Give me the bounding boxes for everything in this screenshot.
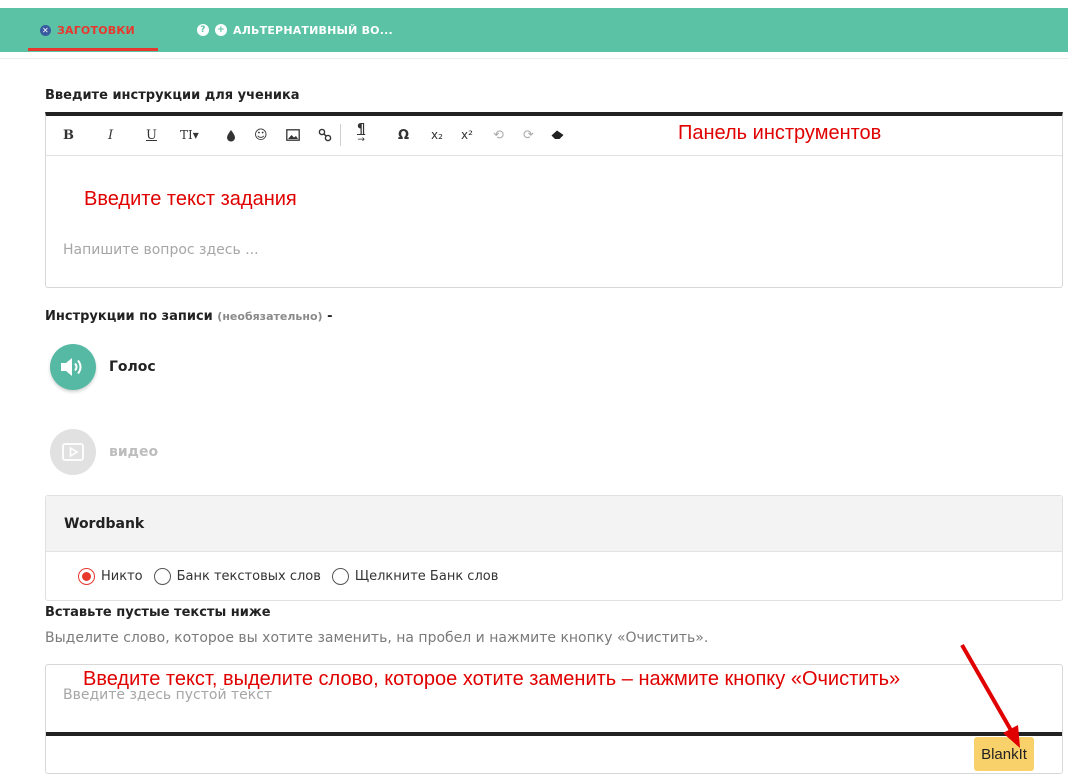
heading-dash: - (327, 309, 333, 324)
help-icon: ? (197, 24, 209, 36)
underline-button[interactable]: U (146, 125, 157, 145)
font-size-dropdown[interactable]: TI▾ (180, 125, 199, 145)
question-placeholder: Напишите вопрос здесь ... (63, 242, 259, 258)
editor-toolbar: B I U TI▾ ☺ ¶ → Ω x₂ x² ⟲ ⟳ Панель инстр… (46, 116, 1062, 156)
recording-heading: Инструкции по записи (необязательно) - (45, 309, 333, 324)
active-tab-indicator (28, 48, 158, 51)
voice-record-button[interactable] (50, 344, 96, 390)
wordbank-option-text[interactable]: Банк текстовых слов (153, 568, 321, 585)
link-icon[interactable] (318, 125, 332, 145)
question-editor[interactable]: B I U TI▾ ☺ ¶ → Ω x₂ x² ⟲ ⟳ Панель инстр… (45, 112, 1063, 288)
eraser-icon[interactable] (551, 125, 564, 145)
wordbank-title: Wordbank (46, 496, 1062, 552)
voice-label: Голос (109, 359, 156, 375)
tab-divider (0, 58, 1068, 59)
add-circle-icon: + (215, 24, 227, 36)
special-characters-icon[interactable]: Ω (398, 125, 409, 145)
redo-icon[interactable]: ⟳ (523, 125, 534, 145)
optional-label: (необязательно) (217, 310, 323, 323)
blank-text-annotation: Введите текст, выделите слово, которое х… (83, 668, 901, 690)
image-icon[interactable] (286, 125, 300, 145)
toolbar-annotation: Панель инструментов (678, 122, 882, 144)
video-label: видео (109, 444, 159, 460)
speaker-icon (61, 358, 82, 376)
wordbank-option-click[interactable]: Щелкните Банк слов (331, 568, 498, 585)
video-record-button[interactable] (50, 429, 96, 475)
tab-blanks-label: ЗАГОТОВКИ (57, 23, 135, 37)
text-color-icon[interactable] (226, 125, 236, 145)
task-text-annotation: Введите текст задания (84, 188, 297, 210)
video-row: видео (50, 429, 158, 475)
tab-bar: ✕ ЗАГОТОВКИ ? + АЛЬТЕРНАТИВНЫЙ ВО... (0, 8, 1068, 52)
toolbar-separator (340, 124, 341, 146)
tab-alternative[interactable]: ? + АЛЬТЕРНАТИВНЫЙ ВО... (197, 8, 393, 52)
blanks-hint: Выделите слово, которое вы хотите замени… (45, 630, 709, 646)
instructions-heading: Введите инструкции для ученика (45, 88, 300, 103)
emoji-icon[interactable]: ☺ (254, 125, 268, 145)
wordbank-options: Никто Банк текстовых слов Щелкните Банк … (78, 568, 509, 585)
undo-icon[interactable]: ⟲ (493, 125, 504, 145)
italic-button[interactable]: I (108, 125, 113, 145)
tab-blanks[interactable]: ✕ ЗАГОТОВКИ (40, 8, 135, 52)
tab-alternative-label: АЛЬТЕРНАТИВНЫЙ ВО... (233, 23, 393, 37)
wordbank-panel: Wordbank Никто Банк текстовых слов Щелкн… (45, 495, 1063, 601)
bold-button[interactable]: B (63, 125, 74, 145)
paragraph-direction-icon[interactable]: ¶ → (357, 123, 365, 145)
voice-row: Голос (50, 344, 156, 390)
blank-text-editor[interactable]: Введите здесь пустой текст Введите текст… (45, 664, 1063, 774)
blankit-button[interactable]: BlankIt (974, 737, 1034, 771)
radio-unchecked-icon[interactable] (331, 568, 349, 585)
blanks-heading: Вставьте пустые тексты ниже (45, 605, 271, 620)
video-icon (62, 443, 84, 461)
subscript-button[interactable]: x₂ (431, 125, 443, 145)
editor-divider (46, 732, 1062, 736)
radio-checked-icon[interactable] (78, 568, 95, 585)
close-circle-icon: ✕ (40, 24, 51, 36)
radio-unchecked-icon[interactable] (153, 568, 171, 585)
superscript-button[interactable]: x² (461, 125, 473, 145)
wordbank-option-none[interactable]: Никто (78, 568, 143, 585)
